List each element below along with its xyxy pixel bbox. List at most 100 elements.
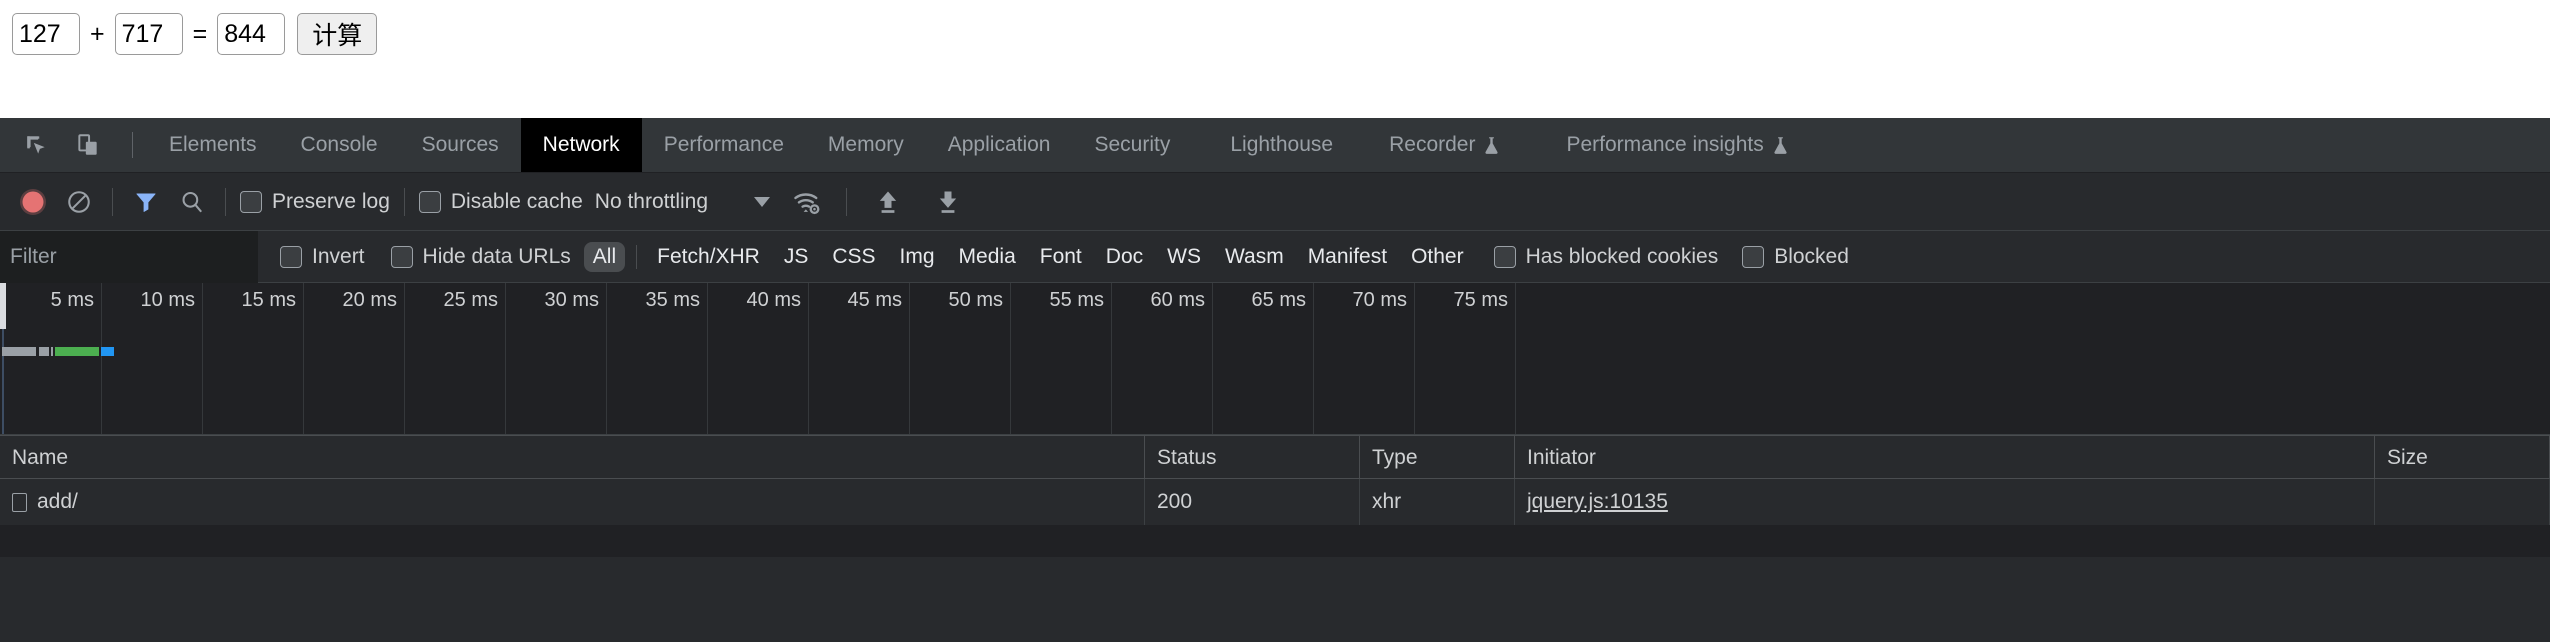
overview-tick-label: 60 ms [1150, 289, 1205, 311]
overview-gridline [303, 283, 304, 434]
waterfall-segment-request-sent [51, 347, 53, 356]
flask-icon [1772, 136, 1789, 155]
tab-network[interactable]: Network [520, 118, 642, 172]
network-filterbar: Invert Hide data URLs All Fetch/XHR JS C… [0, 230, 2550, 283]
overview-gridline [404, 283, 405, 434]
tab-recorder[interactable]: Recorder [1355, 118, 1522, 172]
filter-type-manifest[interactable]: Manifest [1299, 242, 1396, 272]
hide-data-urls-checkbox[interactable]: Hide data URLs [387, 245, 575, 269]
column-header-initiator[interactable]: Initiator [1515, 436, 2375, 479]
overview-gridline [1111, 283, 1112, 434]
tab-label: Lighthouse [1230, 133, 1334, 156]
overview-left-handle[interactable] [0, 283, 6, 329]
filter-type-ws[interactable]: WS [1158, 242, 1210, 272]
filter-type-css[interactable]: CSS [823, 242, 884, 272]
device-toolbar-icon[interactable] [66, 123, 110, 167]
overview-gridline [101, 283, 102, 434]
overview-gridline [909, 283, 910, 434]
invert-label: Invert [312, 244, 365, 268]
operand-a-input[interactable] [12, 13, 80, 55]
column-header-type[interactable]: Type [1360, 436, 1515, 479]
column-header-name[interactable]: Name [0, 436, 1145, 479]
checkbox-box [240, 190, 262, 213]
filter-type-font[interactable]: Font [1031, 242, 1091, 272]
devtools-tabbar-icons [0, 118, 147, 172]
tab-application[interactable]: Application [926, 118, 1073, 172]
devtools-tabbar: Elements Console Sources Network Perform… [0, 118, 2550, 173]
network-overview-timeline[interactable]: 5 ms 10 ms 15 ms 20 ms 25 ms 30 ms 35 ms 40 ms 4… [0, 283, 2550, 435]
invert-checkbox[interactable]: Invert [276, 245, 369, 269]
disable-cache-label: Disable cache [450, 189, 583, 213]
tab-sources[interactable]: Sources [400, 118, 521, 172]
toolbar-divider [403, 187, 405, 216]
filter-type-wasm[interactable]: Wasm [1216, 242, 1293, 272]
disable-cache-checkbox[interactable]: Disable cache [415, 190, 587, 214]
tab-elements[interactable]: Elements [147, 118, 279, 172]
filter-type-media[interactable]: Media [950, 242, 1025, 272]
checkbox-box [418, 190, 441, 213]
overview-gridline [1313, 283, 1314, 434]
has-blocked-cookies-label: Has blocked cookies [1525, 244, 1719, 268]
tab-performance-insights[interactable]: Performance insights [1522, 118, 1810, 172]
overview-gridline [707, 283, 708, 434]
column-header-status[interactable]: Status [1145, 436, 1360, 479]
overview-tick-label: 20 ms [342, 289, 397, 311]
overview-gridline [1414, 283, 1415, 434]
overview-tick-label: 55 ms [1049, 289, 1104, 311]
overview-tick-label: 15 ms [241, 289, 296, 311]
filter-icon[interactable] [123, 179, 169, 225]
waterfall-segment-stalled [39, 347, 49, 356]
overview-tick-label: 40 ms [746, 289, 801, 311]
overview-tick-label: 30 ms [544, 289, 599, 311]
cell-type: xhr [1360, 479, 1515, 525]
filter-type-doc[interactable]: Doc [1097, 242, 1152, 272]
result-input[interactable] [217, 13, 286, 55]
tab-label: Performance insights [1566, 133, 1764, 156]
column-header-size[interactable]: Size [2375, 436, 2550, 479]
tab-label: Console [300, 133, 378, 156]
overview-left-boundary [2, 329, 4, 434]
filter-type-all[interactable]: All [583, 241, 626, 272]
tab-performance[interactable]: Performance [642, 118, 806, 172]
tab-label: Security [1094, 133, 1171, 156]
clear-button[interactable] [56, 179, 102, 225]
tab-security[interactable]: Security [1072, 118, 1192, 172]
search-icon[interactable] [169, 179, 215, 225]
web-page-content: + = 计算 [0, 0, 2550, 118]
cell-name: add/ [0, 479, 1145, 525]
calculator-form: + = 计算 [12, 12, 378, 56]
filter-type-js[interactable]: JS [775, 242, 818, 272]
flask-icon [1483, 136, 1500, 155]
filter-type-fetch-xhr[interactable]: Fetch/XHR [648, 242, 769, 272]
initiator-link[interactable]: jquery.js:10135 [1527, 490, 1668, 514]
waterfall-segment-queueing [2, 347, 36, 356]
has-blocked-cookies-checkbox[interactable]: Has blocked cookies [1490, 245, 1723, 269]
export-har-icon[interactable] [925, 179, 971, 225]
devtools-panel: Elements Console Sources Network Perform… [0, 118, 2550, 642]
calculate-button[interactable]: 计算 [297, 13, 378, 55]
throttling-dropdown[interactable]: No throttling [595, 190, 771, 214]
blocked-requests-checkbox[interactable]: Blocked [1738, 245, 1853, 269]
cell-initiator[interactable]: jquery.js:10135 [1515, 479, 2375, 525]
overview-tick-label: 25 ms [443, 289, 498, 311]
network-conditions-icon[interactable] [784, 179, 830, 225]
tab-lighthouse[interactable]: Lighthouse [1192, 118, 1355, 172]
tab-label: Network [542, 133, 620, 156]
plus-operator-label: + [90, 20, 105, 48]
record-button[interactable] [10, 179, 56, 225]
inspect-element-icon[interactable] [14, 123, 58, 167]
filter-type-img[interactable]: Img [891, 242, 944, 272]
table-row[interactable]: add/200 xhr jquery.js:10135 [0, 479, 2550, 525]
tab-console[interactable]: Console [279, 118, 400, 172]
preserve-log-label: Preserve log [272, 189, 390, 213]
checkbox-box [280, 245, 302, 268]
preserve-log-checkbox[interactable]: Preserve log [236, 190, 394, 214]
resource-type-filters: All Fetch/XHR JS CSS Img Media Font Doc … [581, 241, 1476, 272]
filter-type-other[interactable]: Other [1402, 242, 1473, 272]
filter-input[interactable] [0, 230, 258, 283]
import-har-icon[interactable] [865, 179, 911, 225]
operand-b-input[interactable] [114, 13, 183, 55]
tab-label: Elements [169, 133, 257, 156]
overview-gridline [606, 283, 607, 434]
tab-memory[interactable]: Memory [806, 118, 926, 172]
